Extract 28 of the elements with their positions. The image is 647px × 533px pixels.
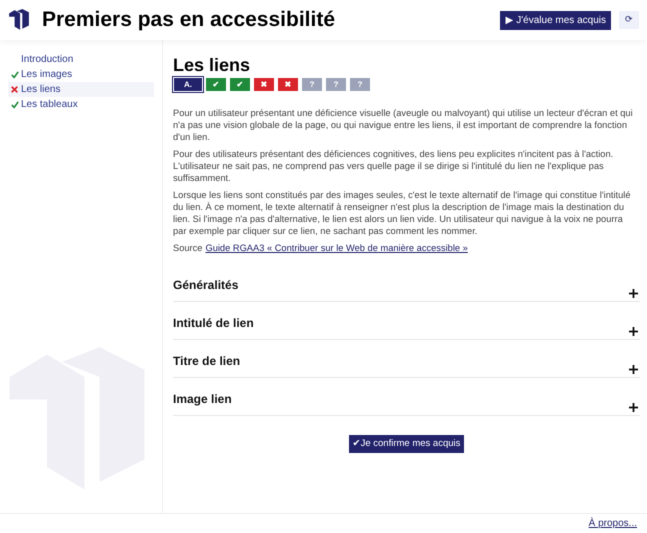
check-icon [10, 70, 18, 78]
reset-button[interactable]: ⟳ [619, 11, 639, 29]
about-link[interactable]: À propos... [588, 516, 637, 531]
sidebar-item[interactable]: Introduction [8, 52, 154, 67]
progress-step[interactable]: ✔ [206, 78, 226, 91]
source-link[interactable]: Guide RGAA3 « Contribuer sur le Web de manière accessible » [205, 242, 468, 254]
sidebar-item[interactable]: Les images [8, 67, 154, 82]
progress-step[interactable]: ✖ [254, 78, 274, 91]
sidebar-item[interactable]: Les liens [8, 82, 154, 97]
page-heading: Les liens [173, 54, 252, 76]
paragraph: Lorsque les liens sont constitués par des images seules, c'est le texte alternatif de l'image qui constitue l'intitulé du lien. À ce moment, le texte alternatif à renseigner n'est plus la description de l'image mais la destination du lien. Si l'image n'a pas d'alternative, le lien est alors un lien vide. Un utilisateur qui navigue à la voix ne pourra par exemple par cliquer sur ce lien, ne sachant pas comment les nommer. [173, 189, 632, 237]
accordion-header[interactable]: Généralités [173, 264, 640, 302]
progress-step[interactable]: ✖ [278, 78, 298, 91]
site-title: Premiers pas en accessibilité [42, 7, 336, 34]
paragraph: Pour un utilisateur présentant une déficience visuelle (aveugle ou malvoyant) qui utilise un lecteur d'écran et qui n'a pas une vision globale de la page, ou qui navigue entre les liens, il est important de comprendre la fonction d'un lien. [173, 107, 634, 143]
progress-step[interactable]: ✔ [230, 78, 250, 91]
accordion-header[interactable]: Intitulé de lien [173, 302, 640, 340]
source-label: Source [173, 242, 202, 254]
progress-step[interactable]: A. [174, 78, 202, 91]
evaluate-button[interactable]: ▶ J'évalue mes acquis [500, 10, 611, 30]
check-icon [10, 100, 18, 108]
sidebar-item[interactable]: Les tableaux [8, 97, 154, 112]
accordion-header[interactable]: Titre de lien [173, 340, 640, 378]
paragraph: Pour des utilisateurs présentant des déficiences cognitives, des liens peu explicites n'incitent pas à l'action. L'utilisateur ne sait pas, ne comprend pas vers quelle page il se dirige si l'intitulé du lien ne l'explique pas suffisamment. [173, 148, 614, 184]
logo-icon [8, 9, 30, 31]
cross-icon [11, 86, 18, 93]
confirm-button[interactable]: ✔Je confirme mes acquis [348, 435, 464, 454]
accordion-header[interactable]: Image lien [173, 378, 640, 416]
